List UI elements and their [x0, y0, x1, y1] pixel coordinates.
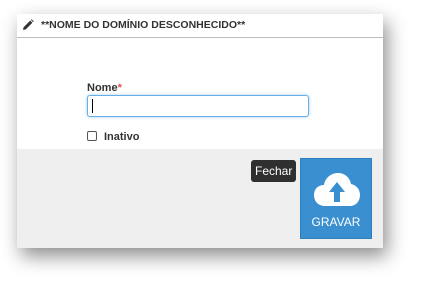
- required-marker: *: [117, 82, 122, 94]
- pencil-icon: [23, 19, 34, 30]
- screen: **NOME DO DOMÍNIO DESCONHECIDO** Nome* I…: [0, 0, 431, 295]
- dialog-title: **NOME DO DOMÍNIO DESCONHECIDO**: [41, 19, 246, 31]
- save-button[interactable]: GRAVAR: [300, 158, 372, 239]
- dialog-header: **NOME DO DOMÍNIO DESCONHECIDO**: [17, 14, 383, 38]
- save-label: GRAVAR: [311, 215, 361, 229]
- text-cursor: [92, 99, 93, 113]
- inactive-label[interactable]: Inativo: [104, 131, 139, 143]
- name-input[interactable]: [87, 95, 309, 117]
- dialog-body: Nome* Inativo: [17, 38, 383, 149]
- dialog-footer: Fechar GRAVAR: [17, 149, 383, 248]
- name-field-label: Nome*: [87, 82, 122, 94]
- close-button[interactable]: Fechar: [251, 160, 297, 182]
- inactive-checkbox[interactable]: [87, 131, 97, 141]
- cloud-upload-icon: [314, 173, 360, 206]
- domain-dialog: **NOME DO DOMÍNIO DESCONHECIDO** Nome* I…: [17, 14, 383, 248]
- name-label-text: Nome: [87, 82, 118, 94]
